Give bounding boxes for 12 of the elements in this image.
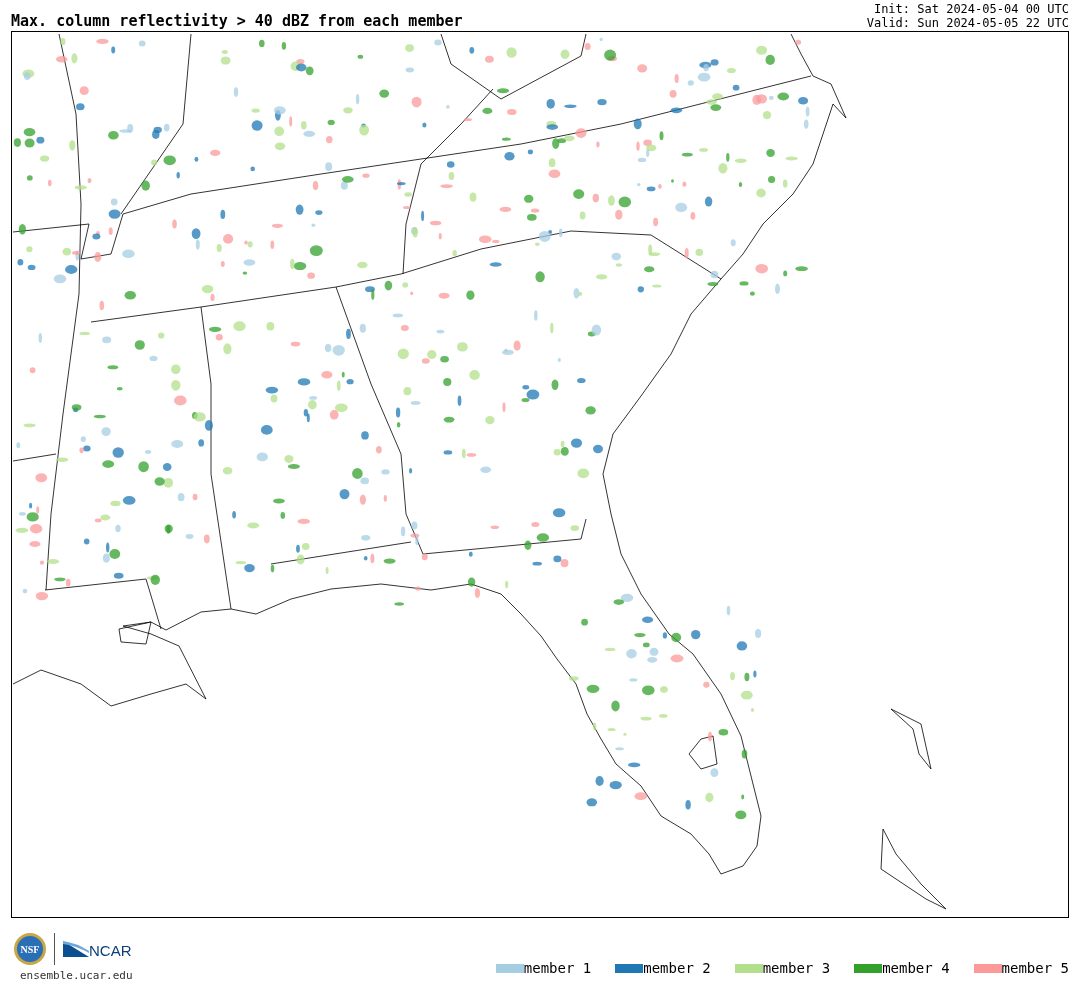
site-url: ensemble.ucar.edu xyxy=(19,969,133,982)
legend-label: member 1 xyxy=(523,960,592,976)
legend-label: member 4 xyxy=(882,960,950,976)
valid-time: Valid: Sun 2024-05-05 22 UTC xyxy=(866,16,1069,30)
init-time: Init: Sat 2024-05-04 00 UTC xyxy=(873,2,1069,16)
nsf-logo: NSF xyxy=(14,933,46,965)
legend-label: member 5 xyxy=(1001,960,1069,976)
ncar-emblem-icon xyxy=(63,939,89,959)
legend-label: member 2 xyxy=(643,960,711,976)
ncar-logo-text: NCAR xyxy=(89,943,132,959)
legend-label: member 3 xyxy=(762,960,831,976)
plot-title: Max. column reflectivity > 40 dBZ from each member xyxy=(11,12,463,30)
